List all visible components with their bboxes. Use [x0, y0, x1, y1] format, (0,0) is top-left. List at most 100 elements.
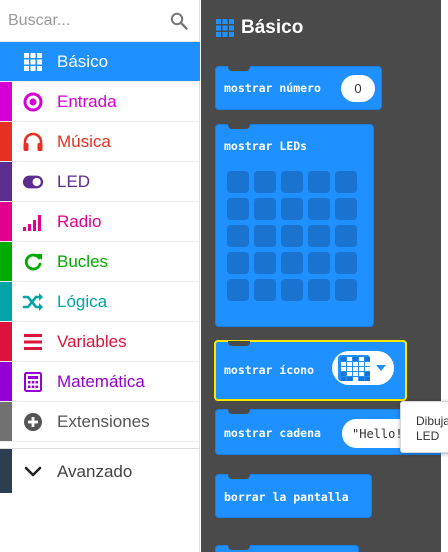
led-matrix: [227, 171, 357, 301]
search-bar: [0, 0, 200, 42]
led-cell[interactable]: [335, 279, 357, 301]
icon-pixel: [347, 377, 352, 381]
led-cell[interactable]: [281, 171, 303, 193]
tooltip-text: Dibuja LED: [416, 414, 448, 444]
radio-button-icon: [22, 91, 44, 113]
category-label: Radio: [57, 212, 102, 231]
search-icon[interactable]: [170, 12, 188, 30]
category-color-strip: [0, 449, 12, 493]
led-cell[interactable]: [335, 225, 357, 247]
headphones-icon: [22, 131, 44, 153]
led-cell[interactable]: [308, 225, 330, 247]
category-variables[interactable]: Variables: [0, 322, 200, 362]
block-notch: [228, 474, 250, 479]
block-partial[interactable]: [215, 545, 359, 552]
dropdown-arrow-icon: [376, 365, 386, 371]
block-notch: [228, 341, 250, 346]
category-radio[interactable]: Radio: [0, 202, 200, 242]
led-cell[interactable]: [308, 279, 330, 301]
icon-pixel: [353, 367, 358, 371]
refresh-icon: [22, 251, 44, 273]
icon-pixel: [353, 372, 358, 376]
icon-pixel: [353, 362, 358, 366]
category-bucles[interactable]: Bucles: [0, 242, 200, 282]
block-clear-screen[interactable]: borrar la pantalla: [215, 474, 372, 518]
block-label: mostrar ícono: [224, 363, 315, 377]
category-color-strip: [0, 282, 12, 321]
block-notch: [228, 124, 250, 129]
icon-pixel: [341, 367, 346, 371]
icon-pixel: [359, 367, 364, 371]
block-label: mostrar LEDs: [224, 139, 308, 153]
category-label: Variables: [57, 332, 127, 351]
icon-pixel: [347, 367, 352, 371]
category-label: Lógica: [57, 292, 108, 311]
category-entrada[interactable]: Entrada: [0, 82, 200, 122]
shuffle-icon: [22, 291, 44, 313]
flyout-header: Básico: [215, 14, 303, 42]
tooltip-line: LED: [416, 429, 440, 443]
category-color-strip: [0, 362, 12, 401]
icon-pixel: [347, 357, 352, 361]
category-color-strip: [0, 242, 12, 281]
toolbox-sidebar: Básico Entrada Música LED Radio: [0, 0, 200, 552]
block-label: borrar la pantalla: [224, 490, 349, 504]
grid-icon: [216, 19, 234, 37]
category-color-strip: [0, 402, 12, 441]
led-cell[interactable]: [308, 198, 330, 220]
led-cell[interactable]: [281, 198, 303, 220]
category-led[interactable]: LED: [0, 162, 200, 202]
icon-pixel: [359, 362, 364, 366]
category-color-strip: [0, 202, 12, 241]
plus-circle-icon: [22, 411, 44, 433]
category-logica[interactable]: Lógica: [0, 282, 200, 322]
block-label: mostrar cadena: [224, 426, 321, 440]
icon-pixel: [353, 357, 358, 361]
category-matematica[interactable]: Matemática: [0, 362, 200, 402]
toggle-icon: [22, 171, 44, 193]
icon-pixel: [347, 362, 352, 366]
category-musica[interactable]: Música: [0, 122, 200, 162]
block-notch: [228, 66, 250, 71]
led-cell[interactable]: [227, 252, 249, 274]
led-cell[interactable]: [227, 225, 249, 247]
led-cell[interactable]: [227, 198, 249, 220]
icon-pixel: [365, 362, 370, 366]
block-notch: [228, 545, 250, 550]
block-show-number[interactable]: mostrar número 0: [215, 66, 382, 110]
led-cell[interactable]: [335, 171, 357, 193]
block-notch: [228, 409, 250, 414]
category-extensiones[interactable]: Extensiones: [0, 402, 200, 442]
led-cell[interactable]: [254, 225, 276, 247]
icon-pixel: [359, 372, 364, 376]
led-cell[interactable]: [335, 252, 357, 274]
category-basico[interactable]: Básico: [0, 42, 200, 82]
search-input[interactable]: [8, 4, 158, 38]
block-show-icon[interactable]: mostrar ícono: [214, 340, 407, 401]
chevron-down-icon: [24, 466, 42, 477]
led-cell[interactable]: [254, 198, 276, 220]
category-avanzado[interactable]: Avanzado: [0, 448, 200, 493]
led-cell[interactable]: [254, 279, 276, 301]
block-tooltip: Dibuja LED: [400, 401, 448, 453]
led-cell[interactable]: [254, 171, 276, 193]
number-input[interactable]: 0: [341, 75, 375, 102]
led-cell[interactable]: [308, 171, 330, 193]
led-cell[interactable]: [281, 279, 303, 301]
icon-pixel: [341, 362, 346, 366]
led-cell[interactable]: [281, 225, 303, 247]
icon-pixel: [359, 377, 364, 381]
calculator-icon: [22, 371, 44, 393]
led-cell[interactable]: [335, 198, 357, 220]
icon-pixel: [347, 372, 352, 376]
icon-dropdown[interactable]: [332, 351, 394, 385]
led-cell[interactable]: [227, 171, 249, 193]
icon-pixel: [341, 377, 346, 381]
block-show-leds[interactable]: mostrar LEDs: [215, 124, 374, 327]
led-cell[interactable]: [227, 279, 249, 301]
icon-pixel: [353, 377, 358, 381]
led-cell[interactable]: [308, 252, 330, 274]
icon-pixel: [365, 372, 370, 376]
led-cell[interactable]: [281, 252, 303, 274]
led-cell[interactable]: [254, 252, 276, 274]
